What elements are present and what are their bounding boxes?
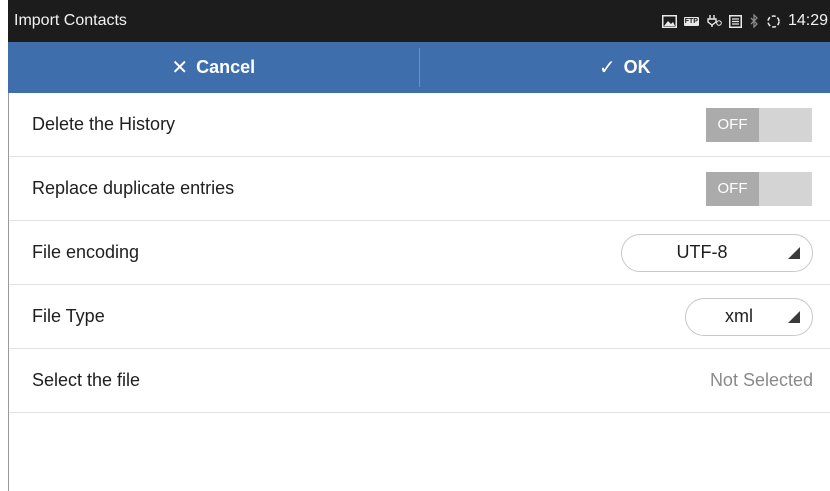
dropdown-triangle-icon xyxy=(788,246,800,259)
action-bar: ✕ Cancel ✓ OK xyxy=(8,42,830,93)
file-type-label: File Type xyxy=(32,306,105,326)
storage-icon xyxy=(728,14,742,28)
delete-history-label: Delete the History xyxy=(32,114,176,134)
ok-button[interactable]: ✓ OK xyxy=(420,42,830,93)
cancel-label: Cancel xyxy=(196,57,256,77)
select-file-value: Not Selected xyxy=(709,370,813,390)
file-type-select[interactable]: xml xyxy=(685,297,813,336)
setting-row-file-encoding: File encoding UTF-8 xyxy=(9,221,830,285)
status-bar: Import Contacts FTP 14:29 xyxy=(8,0,830,42)
bluetooth-icon xyxy=(749,14,759,28)
close-icon: ✕ xyxy=(171,57,189,79)
settings-list: Delete the History OFF Replace duplicate… xyxy=(9,93,830,413)
image-icon xyxy=(661,14,677,28)
setting-row-delete-history: Delete the History OFF xyxy=(9,93,830,157)
delete-history-toggle[interactable]: OFF xyxy=(706,107,812,142)
file-encoding-select[interactable]: UTF-8 xyxy=(621,233,813,272)
toggle-knob: OFF xyxy=(706,171,759,206)
setting-row-replace-duplicates: Replace duplicate entries OFF xyxy=(9,157,830,221)
replace-duplicates-toggle[interactable]: OFF xyxy=(706,171,812,206)
file-encoding-label: File encoding xyxy=(32,242,140,262)
dropdown-triangle-icon xyxy=(788,310,800,323)
select-file-label: Select the file xyxy=(32,370,141,390)
cancel-button[interactable]: ✕ Cancel xyxy=(8,42,419,93)
status-icons: FTP 14:29 xyxy=(661,12,830,30)
ok-label: OK xyxy=(623,57,651,77)
sync-icon xyxy=(766,14,781,29)
usb-icon xyxy=(706,14,722,28)
ftp-icon: FTP xyxy=(683,16,699,26)
check-icon: ✓ xyxy=(598,57,616,79)
status-time: 14:29 xyxy=(787,12,828,29)
window-title: Import Contacts xyxy=(14,12,127,29)
setting-row-select-file[interactable]: Select the file Not Selected xyxy=(9,349,830,413)
replace-duplicates-label: Replace duplicate entries xyxy=(32,178,235,198)
setting-row-file-type: File Type xml xyxy=(9,285,830,349)
toggle-knob: OFF xyxy=(706,107,759,142)
file-encoding-value: UTF-8 xyxy=(676,242,728,262)
